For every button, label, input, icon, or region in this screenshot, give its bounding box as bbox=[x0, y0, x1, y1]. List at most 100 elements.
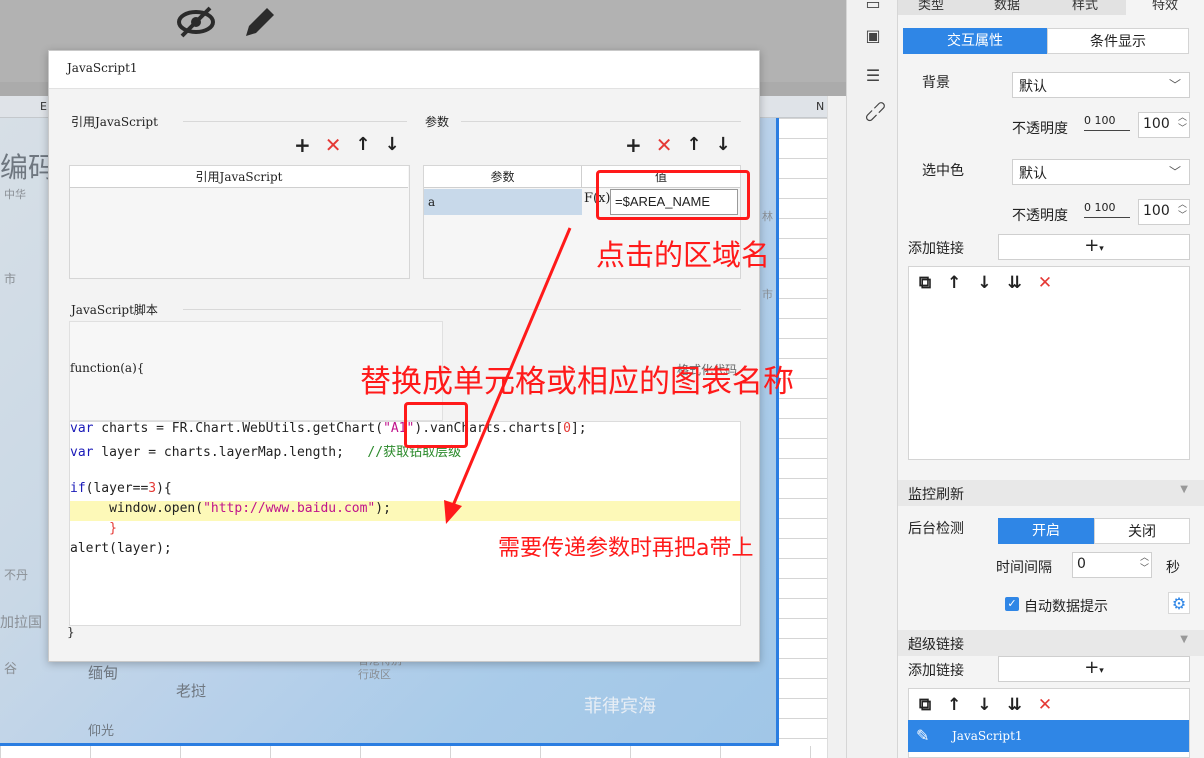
ref-js-column-header[interactable]: 引用JavaScript bbox=[70, 166, 408, 188]
interval-value: 0 bbox=[1077, 556, 1086, 572]
opacity-slider[interactable] bbox=[1084, 217, 1130, 218]
hyperlink-header[interactable]: 超级链接 ▼ bbox=[898, 630, 1204, 656]
auto-hint-checkbox[interactable]: ✓ bbox=[1005, 597, 1019, 611]
opacity-value: 100 bbox=[1143, 203, 1170, 219]
add-link-label: 添加链接 bbox=[908, 241, 964, 257]
param-name-header[interactable]: 参数 bbox=[424, 166, 582, 188]
tab-type[interactable]: 类型 bbox=[918, 0, 944, 13]
link-list[interactable]: ⧉ ↑ ↓ ⇊ ✕ bbox=[908, 266, 1190, 460]
opacity-spinner[interactable]: 100 ︿ ﹀ bbox=[1138, 199, 1190, 225]
chevron-down-icon: ▼ bbox=[1180, 484, 1188, 495]
map-label: 不丹 bbox=[4, 568, 29, 582]
selected-color-value: 默认 bbox=[1019, 166, 1047, 182]
hyperlink-item-javascript1[interactable]: ✎ JavaScript1 bbox=[908, 720, 1189, 752]
move-up-icon[interactable]: ↑ bbox=[947, 273, 961, 293]
add-hyperlink-button[interactable]: +▾ bbox=[998, 656, 1190, 682]
opacity-slider[interactable] bbox=[1084, 130, 1130, 131]
backend-check-off[interactable]: 关闭 bbox=[1094, 518, 1190, 544]
selected-color-select[interactable]: 默认 ﹀ bbox=[1012, 159, 1190, 185]
map-label: 行政区 bbox=[358, 668, 391, 681]
auto-hint-label: 自动数据提示 bbox=[1024, 599, 1108, 615]
ruler-label-n: N bbox=[816, 100, 825, 113]
interval-spinner[interactable]: 0 ︿ ﹀ bbox=[1072, 552, 1152, 578]
sort-icon[interactable]: ⇊ bbox=[1008, 273, 1022, 293]
map-label: 菲律宾海 bbox=[584, 696, 656, 717]
param-name-cell: a bbox=[428, 195, 436, 209]
widget-property-icon[interactable]: ▣ bbox=[863, 26, 883, 46]
divider bbox=[183, 121, 407, 122]
canvas-scrollbar[interactable] bbox=[827, 96, 846, 758]
add-link-label: 添加链接 bbox=[908, 663, 964, 679]
opacity-label: 不透明度 bbox=[1012, 121, 1068, 137]
annotation-pass-param: 需要传递参数时再把a带上 bbox=[498, 536, 754, 561]
annotation-highlight-box bbox=[404, 402, 468, 448]
move-down-icon[interactable]: ↓ bbox=[977, 695, 991, 715]
map-label: 市 bbox=[762, 288, 773, 301]
delete-icon[interactable]: ✕ bbox=[656, 135, 673, 155]
divider bbox=[461, 121, 741, 122]
map-label: 市 bbox=[4, 272, 17, 286]
opacity-value: 100 bbox=[1143, 116, 1170, 132]
gear-icon[interactable]: ⚙ bbox=[1168, 592, 1190, 614]
copy-icon[interactable]: ⧉ bbox=[919, 273, 931, 293]
move-down-icon[interactable]: ↓ bbox=[385, 135, 400, 155]
hyperlink-item-label: JavaScript1 bbox=[952, 729, 1023, 743]
condition-property-icon[interactable]: ☰ bbox=[863, 66, 883, 86]
tab-conditional-display[interactable]: 条件显示 bbox=[1047, 28, 1189, 54]
ref-js-toolbar: + ✕ ↑ ↓ bbox=[294, 135, 400, 156]
selected-color-label: 选中色 bbox=[922, 163, 964, 179]
delete-icon[interactable]: ✕ bbox=[1038, 695, 1052, 715]
annotation-area-name: 点击的区域名 bbox=[596, 238, 771, 272]
dialog-titlebar[interactable] bbox=[49, 51, 759, 89]
code-line-1: var charts = FR.Chart.WebUtils.getChart(… bbox=[70, 421, 587, 436]
chevron-down-icon: ▼ bbox=[1180, 634, 1188, 645]
spinner-arrows-icon[interactable]: ︿ ﹀ bbox=[1140, 553, 1149, 575]
hide-eye-icon[interactable] bbox=[176, 4, 216, 44]
map-label: 加拉国 bbox=[0, 615, 42, 631]
background-label: 背景 bbox=[922, 75, 950, 91]
backend-check-label: 后台检测 bbox=[908, 521, 964, 537]
ruler-label-e: E bbox=[40, 100, 47, 113]
add-icon[interactable]: + bbox=[625, 135, 642, 155]
background-select[interactable]: 默认 ﹀ bbox=[1012, 72, 1190, 98]
script-label: JavaScript脚本 bbox=[71, 303, 158, 317]
panel-tabs: 类型 数据 样式 特效 bbox=[898, 0, 1204, 15]
property-icon-column: ▭ ▣ ☰ ⊂⊃ bbox=[846, 0, 898, 758]
copy-icon[interactable]: ⧉ bbox=[919, 695, 931, 715]
monitor-refresh-header[interactable]: 监控刷新 ▼ bbox=[898, 480, 1204, 506]
tab-data[interactable]: 数据 bbox=[994, 0, 1020, 13]
sort-icon[interactable]: ⇊ bbox=[1008, 695, 1022, 715]
link-icon[interactable]: ⊂⊃ bbox=[859, 95, 891, 128]
backend-check-on[interactable]: 开启 bbox=[998, 518, 1094, 544]
code-line-2: var layer = charts.layerMap.length; //获取… bbox=[70, 445, 462, 460]
move-down-icon[interactable]: ↓ bbox=[977, 273, 991, 293]
spinner-arrows-icon[interactable]: ︿ ﹀ bbox=[1178, 200, 1187, 222]
move-down-icon[interactable]: ↓ bbox=[716, 135, 731, 155]
add-link-button[interactable]: +▾ bbox=[998, 234, 1190, 260]
opacity-spinner[interactable]: 100 ︿ ﹀ bbox=[1138, 112, 1190, 138]
cell-grid[interactable] bbox=[779, 118, 827, 758]
tab-interaction-properties[interactable]: 交互属性 bbox=[903, 28, 1047, 54]
code-line-6: alert(layer); bbox=[70, 541, 172, 556]
edit-pencil-icon[interactable] bbox=[240, 4, 278, 44]
interval-unit: 秒 bbox=[1166, 560, 1180, 576]
move-up-icon[interactable]: ↑ bbox=[356, 135, 371, 155]
spinner-arrows-icon[interactable]: ︿ ﹀ bbox=[1178, 113, 1187, 135]
cell-property-icon[interactable]: ▭ bbox=[863, 0, 883, 14]
map-label: 老挝 bbox=[176, 682, 207, 700]
params-label: 参数 bbox=[425, 115, 450, 129]
cell-grid[interactable] bbox=[0, 746, 827, 758]
ref-js-table[interactable]: 引用JavaScript bbox=[69, 165, 410, 279]
delete-icon[interactable]: ✕ bbox=[325, 135, 342, 155]
tab-style[interactable]: 样式 bbox=[1072, 0, 1098, 13]
move-up-icon[interactable]: ↑ bbox=[687, 135, 702, 155]
delete-icon[interactable]: ✕ bbox=[1038, 273, 1052, 293]
background-select-value: 默认 bbox=[1019, 79, 1047, 95]
move-up-icon[interactable]: ↑ bbox=[947, 695, 961, 715]
code-line-5: } bbox=[70, 521, 117, 536]
edit-pencil-icon: ✎ bbox=[916, 726, 930, 745]
tab-effects[interactable]: 特效 bbox=[1126, 0, 1204, 15]
add-icon[interactable]: + bbox=[294, 135, 311, 155]
slider-range-label: 0 100 bbox=[1084, 114, 1116, 127]
param-row[interactable]: a bbox=[424, 189, 582, 215]
